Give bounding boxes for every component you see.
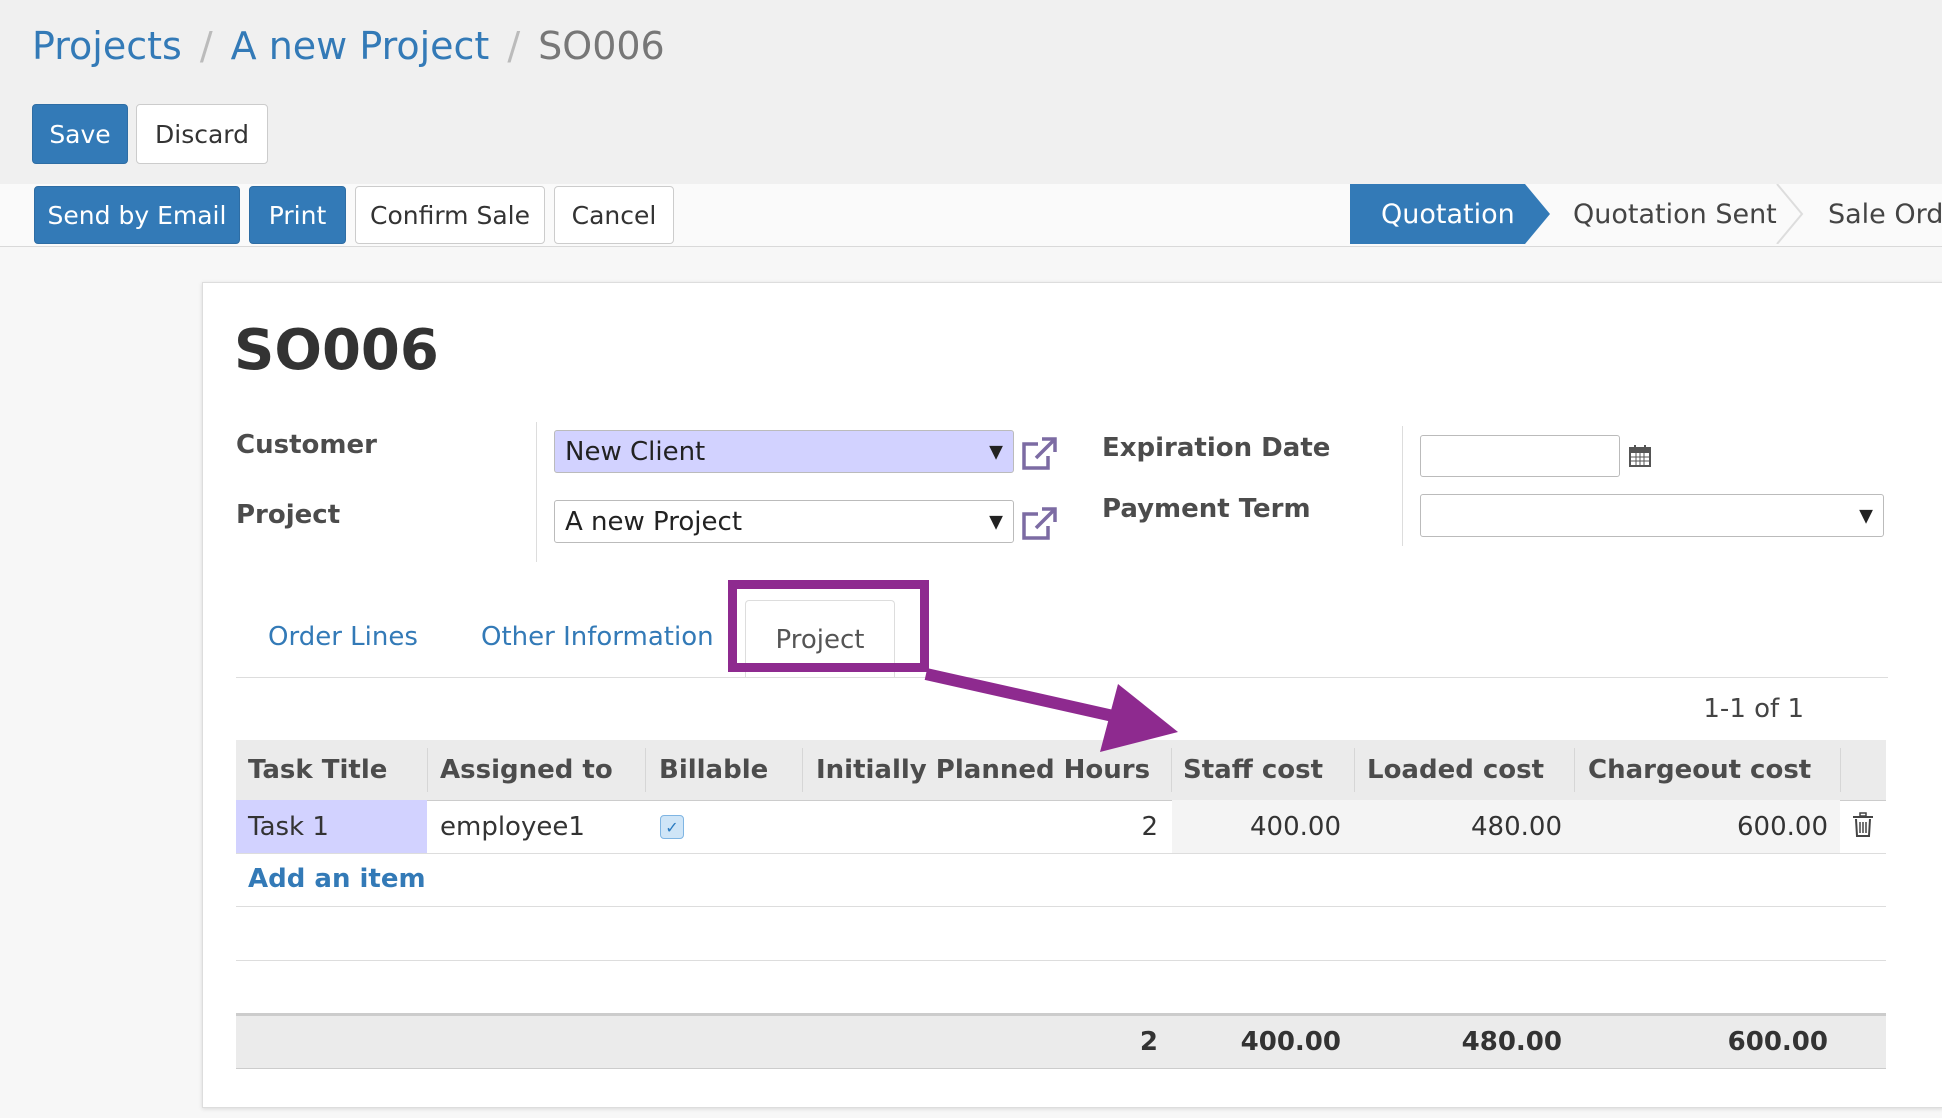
planned-hours-cell[interactable]: 2 xyxy=(816,800,1158,853)
column-divider xyxy=(1171,748,1172,792)
confirm-sale-button[interactable]: Confirm Sale xyxy=(355,186,545,244)
breadcrumb-projects[interactable]: Projects xyxy=(32,24,182,68)
table-row[interactable]: Task 1 employee1 ✓ 2 400.00 480.00 600.0… xyxy=(236,800,1886,854)
column-divider xyxy=(1354,748,1355,792)
breadcrumb-separator: / xyxy=(507,24,521,68)
customer-value: New Client xyxy=(565,436,706,467)
table-header: Task Title Assigned to Billable Initiall… xyxy=(236,740,1886,801)
customer-select[interactable]: New Client ▼ xyxy=(554,430,1014,473)
column-divider xyxy=(645,748,646,792)
stage-quotation-sent[interactable]: Quotation Sent xyxy=(1573,184,1777,244)
column-divider xyxy=(1574,748,1575,792)
discard-button[interactable]: Discard xyxy=(136,104,268,164)
empty-row-line xyxy=(236,960,1886,961)
total-loaded-cost: 480.00 xyxy=(1461,1027,1562,1057)
external-link-icon[interactable] xyxy=(1020,504,1060,544)
payment-term-select[interactable]: ▼ xyxy=(1420,494,1884,537)
pager: 1-1 of 1 xyxy=(1703,694,1804,724)
breadcrumb: Projects / A new Project / SO006 xyxy=(32,24,665,68)
table-footer-totals: 2 400.00 480.00 600.00 xyxy=(236,1013,1886,1069)
tab-other-information[interactable]: Other Information xyxy=(481,622,714,652)
staff-cost-cell: 400.00 xyxy=(1250,811,1341,842)
column-divider xyxy=(427,748,428,792)
project-select[interactable]: A new Project ▼ xyxy=(554,500,1014,543)
column-divider xyxy=(802,748,803,792)
expiration-date-label: Expiration Date xyxy=(1102,433,1331,463)
expiration-date-input[interactable] xyxy=(1420,435,1620,477)
column-divider xyxy=(1840,748,1841,792)
chargeout-cost-cell: 600.00 xyxy=(1737,811,1828,842)
breadcrumb-project[interactable]: A new Project xyxy=(231,24,490,68)
add-an-item-link[interactable]: Add an item xyxy=(248,864,426,894)
payment-term-label: Payment Term xyxy=(1102,494,1311,524)
total-hours: 2 xyxy=(1139,1027,1158,1057)
column-billable[interactable]: Billable xyxy=(659,740,768,800)
field-separator xyxy=(1402,426,1403,546)
form-sheet xyxy=(202,282,1942,1108)
caret-down-icon: ▼ xyxy=(989,441,1003,462)
project-value: A new Project xyxy=(565,506,743,537)
save-button[interactable]: Save xyxy=(32,104,128,164)
loaded-cost-cell: 480.00 xyxy=(1471,811,1562,842)
caret-down-icon: ▼ xyxy=(989,511,1003,532)
empty-row-line xyxy=(236,906,1886,907)
column-loaded-cost[interactable]: Loaded cost xyxy=(1367,740,1544,800)
breadcrumb-separator: / xyxy=(199,24,213,68)
cancel-button[interactable]: Cancel xyxy=(554,186,674,244)
statusbar: Send by Email Print Confirm Sale Cancel … xyxy=(0,184,1942,247)
annotation-highlight-box xyxy=(728,580,929,672)
column-task-title[interactable]: Task Title xyxy=(248,740,387,800)
assigned-to-cell[interactable]: employee1 xyxy=(440,800,585,853)
column-staff-cost[interactable]: Staff cost xyxy=(1183,740,1323,800)
breadcrumb-current: SO006 xyxy=(538,24,665,68)
total-chargeout-cost: 600.00 xyxy=(1727,1027,1828,1057)
customer-label: Customer xyxy=(236,430,377,460)
column-initially-planned-hours[interactable]: Initially Planned Hours xyxy=(816,740,1150,800)
task-title-cell[interactable]: Task 1 xyxy=(248,800,329,853)
control-panel: Projects / A new Project / SO006 Save Discar… xyxy=(0,0,1942,185)
column-chargeout-cost[interactable]: Chargeout cost xyxy=(1588,740,1811,800)
print-button[interactable]: Print xyxy=(249,186,346,244)
calendar-icon[interactable] xyxy=(1628,444,1652,468)
checkbox-checked-icon[interactable]: ✓ xyxy=(660,815,684,839)
project-label: Project xyxy=(236,500,341,530)
page-title: SO006 xyxy=(234,318,439,383)
total-staff-cost: 400.00 xyxy=(1240,1027,1341,1057)
trash-icon[interactable] xyxy=(1852,812,1874,838)
caret-down-icon: ▼ xyxy=(1859,505,1873,526)
tab-order-lines[interactable]: Order Lines xyxy=(268,622,418,652)
external-link-icon[interactable] xyxy=(1020,434,1060,474)
tab-divider xyxy=(236,677,1888,678)
field-separator xyxy=(536,422,537,562)
stage-quotation[interactable]: Quotation xyxy=(1381,184,1515,244)
send-by-email-button[interactable]: Send by Email xyxy=(34,186,240,244)
column-assigned-to[interactable]: Assigned to xyxy=(440,740,613,800)
stage-sale-order[interactable]: Sale Orde xyxy=(1828,184,1942,244)
